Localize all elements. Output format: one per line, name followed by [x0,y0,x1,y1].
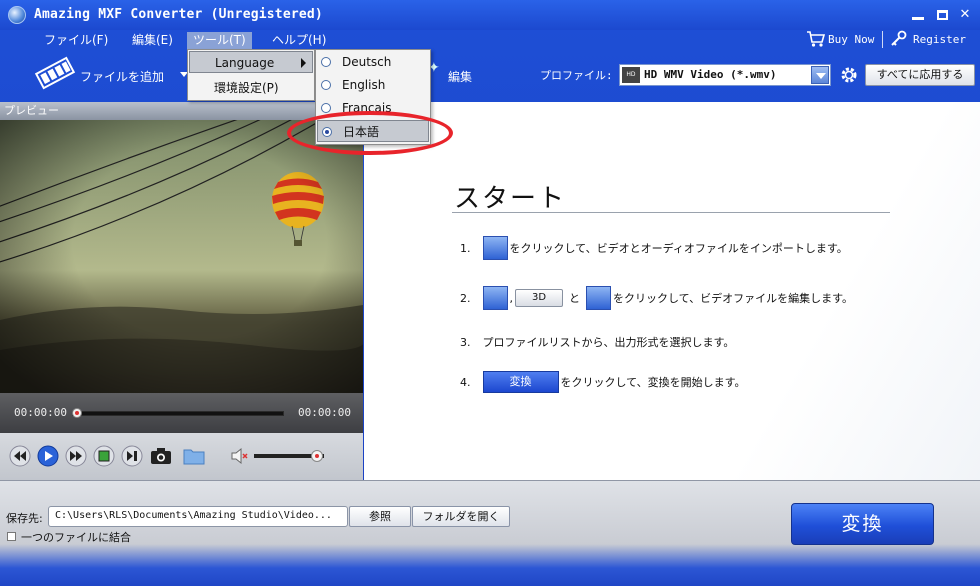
menu-edit[interactable]: 編集(E) [126,32,179,49]
maximize-button[interactable] [933,6,951,24]
step-text: をクリックして、ビデオファイルを編集します。 [613,292,854,305]
step-number: 3. [460,335,471,349]
toolbar: ファイルを追加 ✦ 編集 プロファイル: HD HD WMV Video (*.… [0,50,980,102]
step-text: をクリックして、ビデオとオーディオファイルをインポートします。 [509,242,848,255]
folder-icon [183,449,205,465]
window-title: Amazing MXF Converter (Unregistered) [34,7,323,22]
language-label: Deutsch [342,55,392,69]
cart-icon[interactable] [806,30,826,48]
profile-select[interactable]: HD HD WMV Video (*.wmv) [619,64,831,86]
apply-to-all-button[interactable]: すべてに応用する [865,64,975,86]
stop-icon [93,445,115,467]
radio-icon [321,80,331,90]
current-time: 00:00:00 [14,406,67,419]
add-file-film-icon[interactable] [34,56,76,90]
volume-handle[interactable] [311,450,323,462]
next-frame-button[interactable] [121,445,143,467]
key-icon[interactable] [890,30,908,48]
bottom-bar: 保存先: C:\Users\RLS\Documents\Amazing Stud… [0,480,980,586]
start-title: スタート [454,184,567,214]
convert-mini-button: 変換 [482,371,559,393]
fast-forward-icon [65,445,87,467]
play-button[interactable] [37,445,59,467]
tools-dropdown-menu: Language 環境設定(P) [187,49,315,101]
step-number: 4. [460,375,471,389]
start-panel: スタート 1. をクリックして、ビデオとオーディオファイルをインポートします。 … [364,102,980,480]
camera-icon [151,448,171,464]
merge-label: 一つのファイルに結合 [21,531,131,544]
edit-mini-icon [482,286,508,310]
save-path-field[interactable]: C:\Users\RLS\Documents\Amazing Studio\Vi… [48,506,348,527]
step-text: をクリックして、変換を開始します。 [560,376,746,389]
wmv-format-icon: HD [622,67,640,83]
save-location-label: 保存先: [6,512,43,525]
snapshot-button[interactable] [150,445,172,467]
maximize-icon [936,10,948,20]
step-1: 1. をクリックして、ビデオとオーディオファイルをインポートします。 [460,236,848,260]
total-time: 00:00:00 [298,406,351,419]
playback-controls [0,433,363,480]
step-conjunction: と [569,292,580,305]
app-window: Amazing MXF Converter (Unregistered) ✕ フ… [0,0,980,586]
highlight-annotation [287,111,453,155]
preview-panel: プレビュー 00:00:00 00:00:00 [0,102,363,480]
menu-file[interactable]: ファイル(F) [38,32,114,49]
menu-item-preferences[interactable]: 環境設定(P) [189,77,313,99]
chevron-down-icon[interactable] [811,66,829,84]
profile-label: プロファイル: [540,69,613,82]
close-button[interactable]: ✕ [956,6,974,24]
fast-forward-button[interactable] [65,445,87,467]
merge-checkbox[interactable] [7,532,16,541]
app-logo-icon [8,6,26,24]
minimize-button[interactable] [909,6,927,24]
radio-icon [321,57,331,67]
step-separator: , [509,291,514,305]
video-frame-image [0,120,363,393]
seek-handle[interactable] [72,408,82,418]
minimize-icon [912,17,924,20]
profile-value: HD WMV Video (*.wmv) [644,68,777,81]
divider [452,212,890,213]
submenu-arrow-icon [301,58,306,68]
close-icon: ✕ [959,7,971,22]
register-link[interactable]: Register [913,33,966,46]
convert-button[interactable]: 変換 [791,503,934,545]
menu-help[interactable]: ヘルプ(H) [266,32,332,49]
open-folder-icon-button[interactable] [183,445,205,467]
volume-icon[interactable] [230,446,250,466]
step-2: 2. , 3D と をクリックして、ビデオファイルを編集します。 [460,286,853,310]
step-number: 1. [460,241,471,255]
rewind-button[interactable] [9,445,31,467]
buy-now-link[interactable]: Buy Now [828,33,874,46]
menu-item-label: Language [215,56,275,70]
step-3: 3. プロファイルリストから、出力形式を選択します。 [460,334,734,350]
language-option-english[interactable]: English [317,74,429,96]
menu-tools[interactable]: ツール(T) [187,32,252,49]
timeline-bar: 00:00:00 00:00:00 [0,393,363,433]
menu-item-language[interactable]: Language [189,51,313,73]
step-text: プロファイルリストから、出力形式を選択します。 [482,336,735,349]
title-bar: Amazing MXF Converter (Unregistered) ✕ [0,0,980,30]
add-file-mini-icon [482,236,508,260]
3d-mini-button: 3D [515,289,563,307]
browse-button[interactable]: 参照 [349,506,411,527]
gear-icon[interactable] [838,64,860,86]
language-label: English [342,78,386,92]
radio-icon [321,103,331,113]
video-preview [0,120,363,393]
step-4: 4. 変換 をクリックして、変換を開始します。 [460,371,746,393]
effect-mini-icon [586,286,611,310]
rewind-icon [9,445,31,467]
next-frame-icon [121,445,143,467]
step-number: 2. [460,291,471,305]
open-folder-button[interactable]: フォルダを開く [412,506,510,527]
language-option-deutsch[interactable]: Deutsch [317,51,429,73]
stop-button[interactable] [93,445,115,467]
add-file-button[interactable]: ファイルを追加 [80,68,164,85]
play-icon [37,445,59,467]
separator [882,31,883,48]
edit-button[interactable]: 編集 [448,68,472,85]
seek-track[interactable] [72,411,284,416]
